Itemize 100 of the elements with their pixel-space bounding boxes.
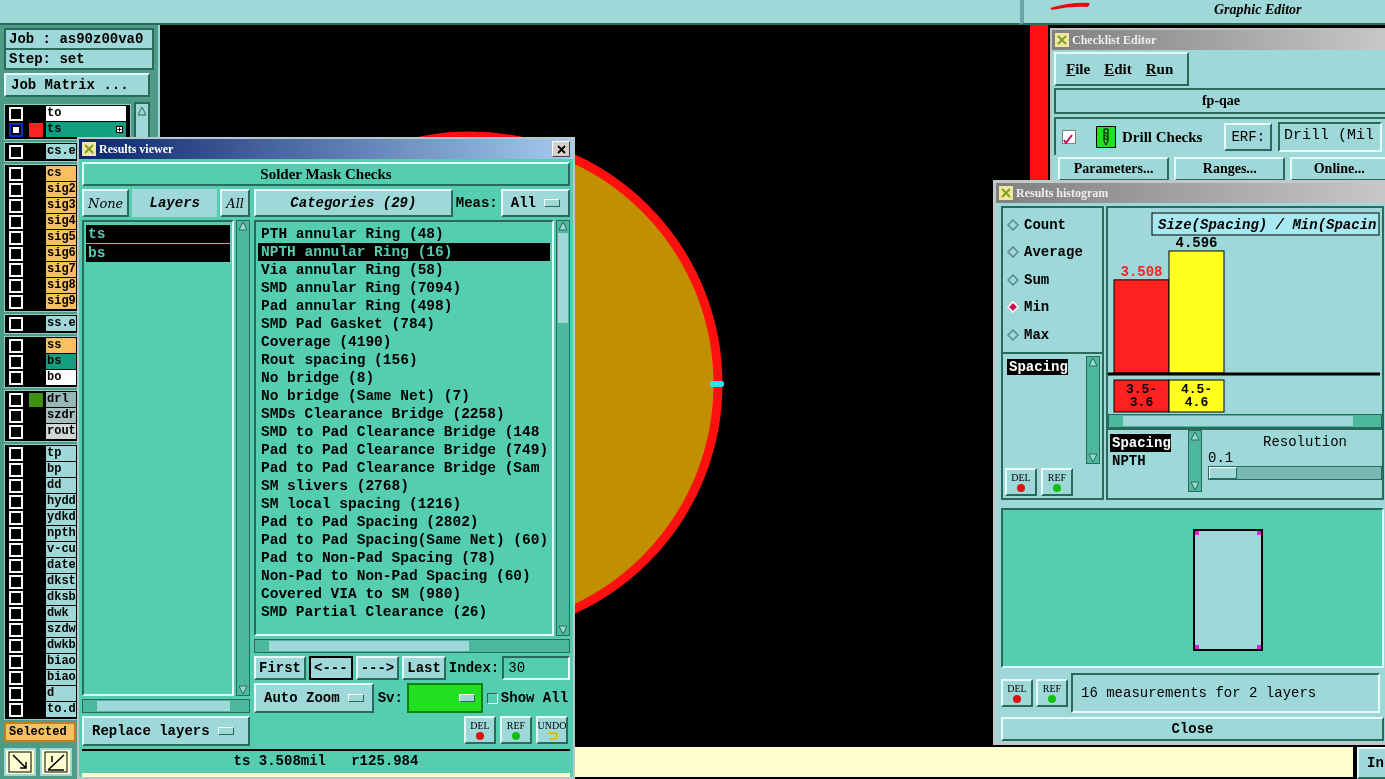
layer-name[interactable]: bs — [46, 354, 76, 370]
ref-button[interactable]: REF — [1036, 679, 1068, 707]
category-item[interactable]: SMD annular Ring (7094) — [258, 279, 550, 297]
nav-button[interactable]: Last — [402, 656, 446, 680]
layer-name[interactable]: bp — [46, 462, 76, 478]
category-item[interactable]: SMD Partial Clearance (26) — [258, 603, 550, 621]
all-button[interactable]: All — [220, 189, 250, 217]
diamond-radio-icon[interactable] — [1007, 218, 1019, 231]
mode-radio[interactable]: Max — [1003, 326, 1102, 343]
layer-name[interactable]: to.d — [46, 702, 76, 718]
type-item[interactable]: NPTH — [1110, 452, 1146, 470]
scroll-down-icon[interactable] — [1190, 481, 1200, 491]
scrollbar[interactable] — [82, 699, 250, 713]
layer-name[interactable]: sig6 — [46, 246, 76, 262]
layer-name[interactable]: ts — [46, 122, 126, 138]
checklist-button[interactable]: Parameters... — [1058, 157, 1170, 181]
menu-item[interactable]: File — [1066, 60, 1091, 78]
scrollbar[interactable] — [236, 220, 250, 696]
layer-name[interactable]: bo — [46, 370, 76, 386]
layer-name[interactable]: biao — [46, 670, 76, 686]
layer-name[interactable]: sig9 — [46, 294, 76, 310]
replace-layers-dropdown[interactable]: Replace layers — [82, 716, 250, 746]
scrollbar[interactable] — [1108, 414, 1382, 428]
checklist-button[interactable]: Online... — [1290, 157, 1385, 181]
layer-name[interactable]: hydd — [46, 494, 76, 510]
layer-name[interactable]: tp — [46, 446, 76, 462]
scrollbar-thumb[interactable] — [269, 641, 469, 651]
scrollbar-thumb[interactable] — [558, 233, 568, 323]
close-icon[interactable] — [552, 141, 570, 157]
slider-thumb[interactable] — [1209, 467, 1237, 479]
layer-name[interactable]: szdw — [46, 622, 76, 638]
diamond-radio-icon[interactable] — [1007, 246, 1019, 259]
layer-name[interactable]: ss.e — [46, 316, 76, 332]
layer-name[interactable]: szdr — [46, 408, 76, 424]
category-item[interactable]: Pad annular Ring (498) — [258, 297, 550, 315]
category-item[interactable]: Non-Pad to Non-Pad Spacing (60) — [258, 567, 550, 585]
layer-name[interactable]: dwk — [46, 606, 76, 622]
category-item[interactable]: No bridge (Same Net) (7) — [258, 387, 550, 405]
erf-button[interactable]: ERF: — [1224, 123, 1273, 151]
measure-item[interactable]: Spacing — [1007, 358, 1068, 375]
scroll-up-icon[interactable] — [238, 221, 248, 231]
layer-name[interactable]: dksb — [46, 590, 76, 606]
layer-name[interactable]: cs — [46, 166, 76, 182]
layer-checkbox[interactable] — [9, 122, 23, 137]
scroll-down-icon[interactable] — [558, 625, 568, 635]
layer-name[interactable]: to — [46, 106, 126, 122]
del-button[interactable]: DEL — [1005, 468, 1037, 496]
layer-name[interactable]: dwkb — [46, 638, 76, 654]
checklist-button[interactable]: Ranges... — [1174, 157, 1286, 181]
layer-name[interactable]: dkst — [46, 574, 76, 590]
category-item[interactable]: SMD to Pad Clearance Bridge (148 — [258, 423, 550, 441]
scrollbar[interactable] — [254, 639, 570, 653]
category-item[interactable]: PTH annular Ring (48) — [258, 225, 550, 243]
scrollbar[interactable] — [556, 220, 570, 636]
del-button[interactable]: DEL — [1001, 679, 1033, 707]
category-item[interactable]: Pad to Pad Clearance Bridge (Sam — [258, 459, 550, 477]
scrollbar[interactable] — [1188, 430, 1202, 492]
category-item[interactable]: Pad to Pad Spacing(Same Net) (60) — [258, 531, 550, 549]
meas-dropdown[interactable]: All — [500, 189, 570, 217]
erf-field[interactable]: Drill (Mil — [1278, 122, 1383, 152]
scroll-up-icon[interactable] — [1190, 431, 1200, 441]
layer-name[interactable]: cs.e — [46, 144, 76, 160]
ref-button[interactable]: REF — [1041, 468, 1073, 496]
layer-name[interactable]: ydkd — [46, 510, 76, 526]
diamond-radio-icon[interactable] — [1007, 273, 1019, 286]
menu-item[interactable]: Edit — [1104, 60, 1132, 78]
info-button[interactable]: In — [1357, 747, 1385, 779]
scrollbar-thumb[interactable] — [97, 701, 230, 711]
category-item[interactable]: No bridge (8) — [258, 369, 550, 387]
layer-name[interactable]: sig7 — [46, 262, 76, 278]
category-item[interactable]: SM slivers (2768) — [258, 477, 550, 495]
category-item[interactable]: Rout spacing (156) — [258, 351, 550, 369]
undo-button[interactable]: UNDO — [536, 716, 568, 744]
scroll-up-icon[interactable] — [137, 105, 147, 116]
resolution-slider[interactable] — [1208, 466, 1382, 480]
none-button[interactable]: None — [82, 189, 130, 217]
scroll-up-icon[interactable] — [1088, 356, 1098, 367]
sv-color-dropdown[interactable] — [406, 683, 483, 713]
scroll-up-icon[interactable] — [558, 221, 568, 231]
category-item[interactable]: Coverage (4190) — [258, 333, 550, 351]
layer-list-item[interactable]: bs — [86, 244, 230, 262]
category-item[interactable]: Covered VIA to SM (980) — [258, 585, 550, 603]
layer-name[interactable]: biao — [46, 654, 76, 670]
layer-name[interactable]: sig2 — [46, 182, 76, 198]
layer-name[interactable]: sig4 — [46, 214, 76, 230]
layer-name[interactable]: v-cu — [46, 542, 76, 558]
category-item[interactable]: SM local spacing (1216) — [258, 495, 550, 513]
nav-button[interactable]: ---> — [355, 656, 400, 680]
scrollbar[interactable] — [1086, 355, 1100, 464]
menu-item[interactable]: Run — [1145, 60, 1174, 78]
layer-name[interactable]: ss — [46, 338, 76, 354]
layer-name[interactable]: d — [46, 686, 76, 702]
ref-button[interactable]: REF — [500, 716, 532, 744]
layer-list-item[interactable]: ts — [86, 225, 230, 243]
category-item[interactable]: Pad to Pad Clearance Bridge (749) — [258, 441, 550, 459]
scale-icon[interactable] — [44, 751, 68, 773]
category-item[interactable]: SMDs Clearance Bridge (2258) — [258, 405, 550, 423]
category-item[interactable]: SMD Pad Gasket (784) — [258, 315, 550, 333]
mode-radio[interactable]: Sum — [1003, 271, 1102, 288]
show-all-checkbox[interactable] — [486, 692, 498, 704]
